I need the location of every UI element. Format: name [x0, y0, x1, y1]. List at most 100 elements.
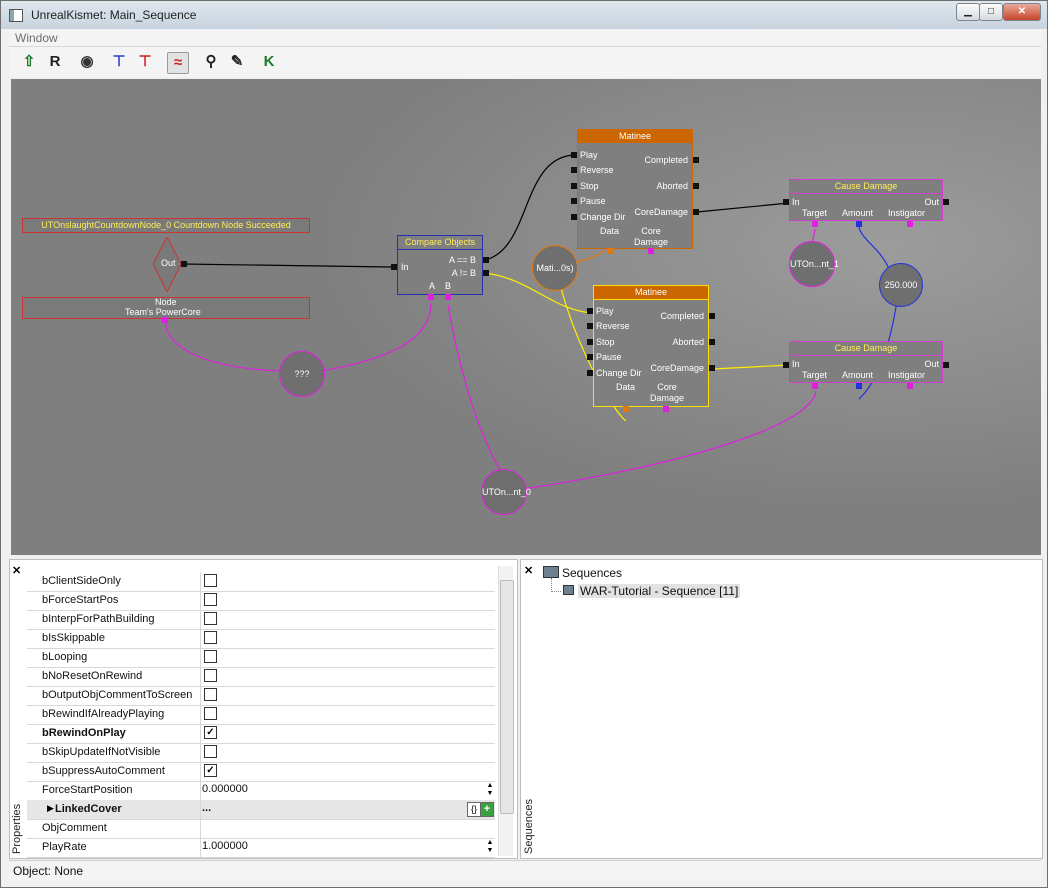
- compare-a-port[interactable]: [428, 294, 434, 300]
- close-button[interactable]: ✕: [1003, 3, 1041, 21]
- graph-canvas[interactable]: UTOnslaughtCountdownNode_0 Countdown Nod…: [11, 79, 1041, 555]
- properties-close-icon[interactable]: ✕: [12, 564, 21, 577]
- compare-eq-port[interactable]: [483, 257, 489, 263]
- matinee-node-1[interactable]: Matinee Play Reverse Stop Pause Change D…: [577, 129, 693, 249]
- property-row[interactable]: bRewindIfAlreadyPlaying: [27, 705, 495, 725]
- empty-array-icon[interactable]: {}: [467, 802, 481, 817]
- property-row[interactable]: bClientSideOnly: [27, 572, 495, 592]
- matinee1-data-port[interactable]: [608, 248, 614, 254]
- matinee1-stop-port[interactable]: [571, 183, 577, 189]
- curve-icon[interactable]: ≈: [167, 52, 189, 74]
- unknown-object-variable[interactable]: ???: [279, 351, 325, 397]
- spinner-icon[interactable]: ▲ ▼: [485, 839, 495, 856]
- matinee2-stop-port[interactable]: [587, 339, 593, 345]
- property-checkbox[interactable]: ✓: [204, 764, 217, 777]
- matinee2-play-port[interactable]: [587, 308, 593, 314]
- eye-icon[interactable]: ◉: [77, 52, 97, 72]
- compare-neq-port[interactable]: [483, 270, 489, 276]
- property-row[interactable]: ObjComment: [27, 819, 495, 839]
- compare-in-port[interactable]: [391, 264, 397, 270]
- compare-b-port[interactable]: [445, 294, 451, 300]
- minimize-button[interactable]: ▁: [956, 3, 980, 21]
- property-row[interactable]: bRewindOnPlay ✓: [27, 724, 495, 744]
- damage2-in-port[interactable]: [783, 362, 789, 368]
- kismet-icon[interactable]: K: [259, 52, 279, 72]
- property-row[interactable]: bForceStartPos: [27, 591, 495, 611]
- compare-objects-node[interactable]: Compare Objects In A == B A != B A B: [397, 235, 483, 295]
- damage2-amount-port[interactable]: [856, 383, 862, 389]
- matinee2-data-port[interactable]: [623, 406, 629, 412]
- property-checkbox[interactable]: [204, 669, 217, 682]
- damage1-out-port[interactable]: [943, 199, 949, 205]
- property-value[interactable]: 0.000000: [202, 783, 248, 795]
- matinee1-coredamage-var-port[interactable]: [648, 248, 654, 254]
- property-checkbox[interactable]: [204, 612, 217, 625]
- property-checkbox[interactable]: [204, 593, 217, 606]
- properties-scrollbar[interactable]: [498, 566, 514, 856]
- property-row[interactable]: bSuppressAutoComment ✓: [27, 762, 495, 782]
- property-row[interactable]: PlayRate 1.000000 ▲ ▼: [27, 838, 495, 858]
- matinee1-reverse-port[interactable]: [571, 167, 577, 173]
- matinee2-reverse-port[interactable]: [587, 323, 593, 329]
- property-row[interactable]: bLooping: [27, 648, 495, 668]
- search-icon[interactable]: ⚲: [201, 52, 221, 72]
- matinee1-changedir-port[interactable]: [571, 214, 577, 220]
- properties-scroll-thumb[interactable]: [500, 580, 514, 814]
- property-row[interactable]: bSkipUpdateIfNotVisible: [27, 743, 495, 763]
- title-bar[interactable]: UnrealKismet: Main_Sequence ▁ □ ✕: [1, 1, 1047, 29]
- menu-window[interactable]: Window: [15, 31, 58, 45]
- property-row[interactable]: bInterpForPathBuilding: [27, 610, 495, 630]
- property-checkbox[interactable]: [204, 707, 217, 720]
- damage-amount-variable[interactable]: 250.000: [879, 263, 923, 307]
- property-value[interactable]: ...: [202, 802, 211, 814]
- cause-damage-node-2[interactable]: Cause Damage In Out Target Amount Instig…: [789, 341, 943, 383]
- property-value[interactable]: 1.000000: [202, 840, 248, 852]
- sequences-close-icon[interactable]: ✕: [524, 564, 533, 577]
- damage2-target-port[interactable]: [812, 383, 818, 389]
- expand-arrow-icon[interactable]: ▶: [47, 803, 54, 814]
- property-row[interactable]: bOutputObjCommentToScreen: [27, 686, 495, 706]
- matinee2-completed-port[interactable]: [709, 313, 715, 319]
- event-node-body[interactable]: Node Team's PowerCore: [22, 297, 310, 319]
- spinner-icon[interactable]: ▲ ▼: [485, 782, 495, 799]
- property-row[interactable]: bIsSkippable: [27, 629, 495, 649]
- property-row[interactable]: bNoResetOnRewind: [27, 667, 495, 687]
- damage2-instigator-port[interactable]: [907, 383, 913, 389]
- matinee1-play-port[interactable]: [571, 152, 577, 158]
- property-checkbox[interactable]: [204, 631, 217, 644]
- damage1-amount-port[interactable]: [856, 221, 862, 227]
- damage1-target-port[interactable]: [812, 221, 818, 227]
- property-row[interactable]: LinkedCover ▶... {} +: [27, 800, 495, 820]
- target-object-variable-1[interactable]: UTOn...nt_1: [789, 241, 839, 287]
- matinee2-pause-port[interactable]: [587, 354, 593, 360]
- property-checkbox[interactable]: [204, 688, 217, 701]
- matinee1-pause-port[interactable]: [571, 198, 577, 204]
- property-checkbox[interactable]: [204, 574, 217, 587]
- cause-damage-node-1[interactable]: Cause Damage In Out Target Amount Instig…: [789, 179, 943, 221]
- damage2-out-port[interactable]: [943, 362, 949, 368]
- damage1-in-port[interactable]: [783, 199, 789, 205]
- refresh-icon[interactable]: R: [45, 52, 65, 72]
- event-out-port[interactable]: [181, 261, 187, 267]
- target-object-variable-0[interactable]: UTOn...nt_0: [481, 469, 531, 515]
- matinee2-coredamage-port[interactable]: [709, 365, 715, 371]
- event-node-header[interactable]: UTOnslaughtCountdownNode_0 Countdown Nod…: [22, 218, 310, 233]
- damage1-instigator-port[interactable]: [907, 221, 913, 227]
- connect-up-icon[interactable]: ⊤: [135, 52, 155, 72]
- property-row[interactable]: ForceStartPosition 0.000000 ▲ ▼: [27, 781, 495, 801]
- event-node-var-port[interactable]: [162, 317, 168, 323]
- matinee2-changedir-port[interactable]: [587, 370, 593, 376]
- matinee1-completed-port[interactable]: [693, 157, 699, 163]
- wrench-icon[interactable]: ✎: [227, 52, 247, 72]
- matinee1-coredamage-port[interactable]: [693, 209, 699, 215]
- matinee2-aborted-port[interactable]: [709, 339, 715, 345]
- sequence-item[interactable]: WAR-Tutorial - Sequence [11]: [578, 584, 741, 598]
- sequences-root[interactable]: Sequences: [562, 566, 622, 580]
- property-checkbox[interactable]: [204, 650, 217, 663]
- add-item-icon[interactable]: +: [480, 802, 494, 817]
- matinee2-coredamage-var-port[interactable]: [663, 406, 669, 412]
- up-arrow-icon[interactable]: ⇧: [19, 52, 39, 72]
- maximize-button[interactable]: □: [979, 3, 1003, 21]
- properties-tab[interactable]: Properties: [11, 796, 25, 854]
- property-checkbox[interactable]: ✓: [204, 726, 217, 739]
